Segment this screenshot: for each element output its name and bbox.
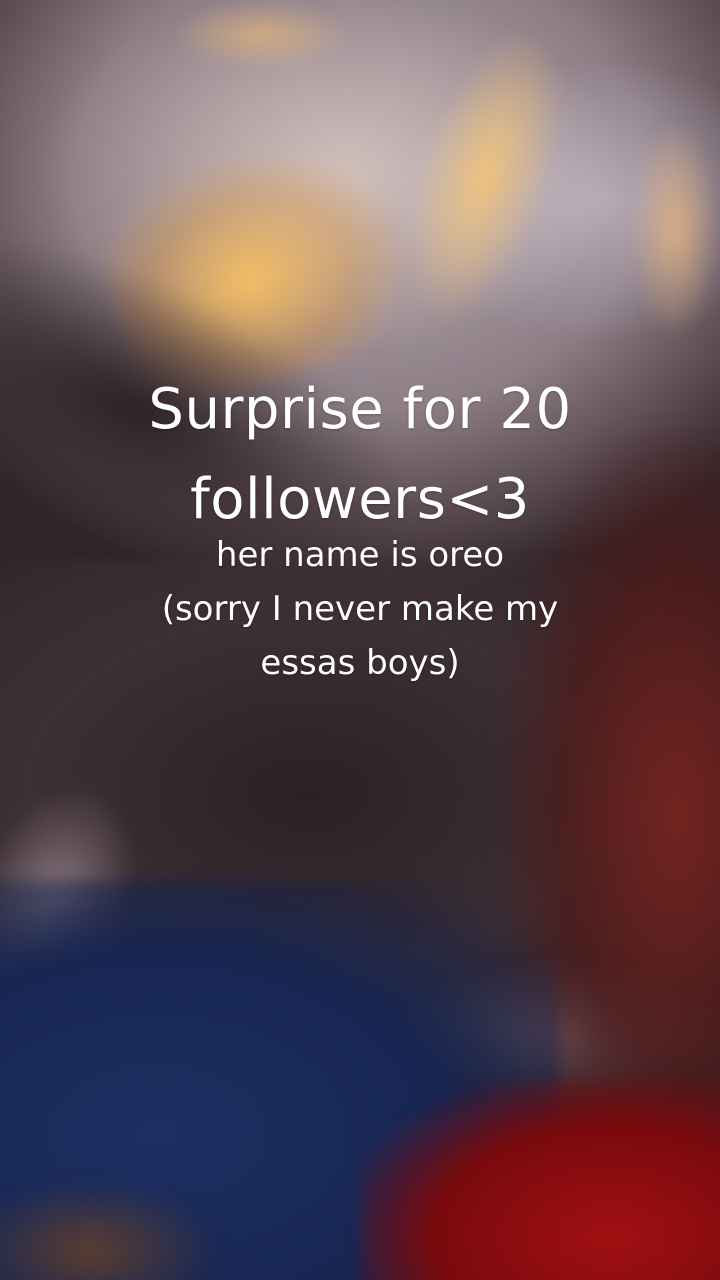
foil-highlight (375, 7, 595, 343)
video-frame: Surprise for 20 followers<3 her name is … (0, 0, 720, 1280)
foil-highlight (170, 0, 350, 70)
foil-highlight (630, 120, 720, 340)
floor (0, 1180, 220, 1280)
caption-subtitle-line: essas boys) (260, 643, 460, 683)
caption-subtitle-line: her name is oreo (215, 535, 505, 575)
caption-subtitle-line: (sorry I never make my (161, 589, 559, 629)
foil-edge (380, 960, 720, 1110)
blue-bag (0, 880, 560, 1280)
video-caption-subtitle: her name is oreo (sorry I never make my … (0, 528, 720, 690)
video-caption-title: Surprise for 20 followers<3 (0, 365, 720, 545)
red-object (360, 1080, 720, 1280)
caption-title-line: Surprise for 20 (148, 377, 572, 442)
foil-edge (0, 760, 170, 1060)
